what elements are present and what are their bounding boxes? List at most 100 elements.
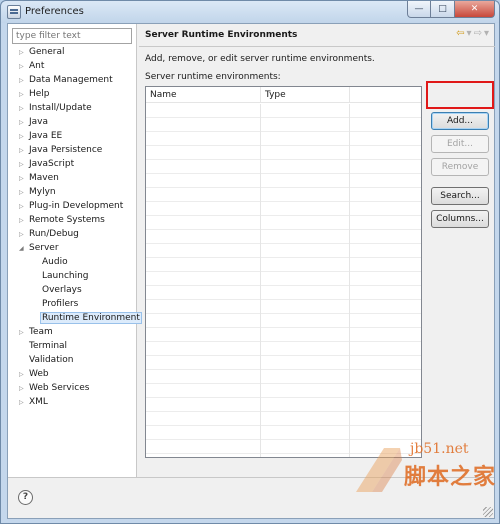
tree-expand-icon[interactable]: ▷ [19,158,27,172]
runtime-list-label: Server runtime environments: [145,72,281,82]
window-controls: — □ ✕ [407,1,495,19]
tree-item-label: Runtime Environment [40,312,142,324]
column-header-name[interactable]: Name [146,87,261,103]
tree-item-label: Ant [29,61,45,71]
tree-item-general[interactable]: ▷ General [8,45,136,59]
tree-expand-icon[interactable]: ▷ [19,172,27,186]
tree-expand-icon[interactable]: ▷ [19,326,27,340]
tree-expand-icon[interactable]: ▷ [19,228,27,242]
tree-item-mylyn[interactable]: ▷ Mylyn [8,185,136,199]
watermark-brand: 脚本之家 [404,465,497,490]
tree-item-server[interactable]: ◢ Server [8,241,136,255]
tree-item-label: Team [29,327,53,337]
tree-item-remote-systems[interactable]: ▷ Remote Systems [8,213,136,227]
tree-item-label: Audio [42,257,68,267]
back-dropdown-icon[interactable]: ▾ [467,28,472,39]
tree-expand-icon[interactable]: ▷ [19,200,27,214]
tree-expand-icon[interactable]: ▷ [19,116,27,130]
minimize-icon: — [414,4,424,14]
tree-expand-icon[interactable]: ▷ [19,396,27,410]
page-description: Add, remove, or edit server runtime envi… [145,54,375,64]
add-button-highlight [426,81,494,109]
tree-expand-icon[interactable]: ▷ [19,368,27,382]
columns-button[interactable]: Columns... [431,210,489,228]
help-icon[interactable]: ? [18,490,33,505]
tree-collapse-icon[interactable]: ◢ [19,242,27,256]
tree-item-xml[interactable]: ▷ XML [8,395,136,409]
tree-item-validation[interactable]: Validation [8,353,136,367]
preference-page: Server Runtime Environments ⇦ ▾ ⇨ ▾ Add,… [139,24,495,477]
tree-item-label: Maven [29,173,59,183]
tree-expand-icon[interactable]: ▷ [19,102,27,116]
forward-dropdown-icon[interactable]: ▾ [484,28,489,39]
preference-tree: ▷ General ▷ Ant ▷ Data Management ▷ Help ▷ Instal… [8,45,142,409]
watermark-site: jb51.net [410,441,469,457]
maximize-icon: □ [438,4,447,14]
tree-item-label: Plug-in Development [29,201,124,211]
close-icon: ✕ [470,4,479,14]
column-header-filler [350,87,421,103]
tree-item-label: Validation [29,355,74,365]
tree-expand-icon[interactable]: ▷ [19,88,27,102]
tree-item-label: Install/Update [29,103,92,113]
tree-item-run-debug[interactable]: ▷ Run/Debug [8,227,136,241]
forward-arrow-icon[interactable]: ⇨ [474,28,482,39]
tree-item-java[interactable]: ▷ Java [8,115,136,129]
tree-item-terminal[interactable]: Terminal [8,339,136,353]
remove-button[interactable]: Remove [431,158,489,176]
tree-item-label: Launching [42,271,89,281]
tree-item-audio[interactable]: Audio [8,255,136,269]
tree-item-launching[interactable]: Launching [8,269,136,283]
tree-item-label: Web Services [29,383,90,393]
tree-item-overlays[interactable]: Overlays [8,283,136,297]
tree-expand-icon[interactable]: ▷ [19,186,27,200]
maximize-button[interactable]: □ [431,1,455,18]
edit-button[interactable]: Edit... [431,135,489,153]
tree-item-label: Terminal [29,341,68,351]
table-rows[interactable] [146,104,421,457]
column-header-type[interactable]: Type [261,87,350,103]
history-navigation: ⇦ ▾ ⇨ ▾ [456,28,489,39]
close-button[interactable]: ✕ [455,1,495,18]
tree-expand-icon[interactable]: ▷ [19,144,27,158]
tree-item-label: Overlays [42,285,82,295]
tree-item-label: Web [29,369,49,379]
tree-expand-icon[interactable]: ▷ [19,382,27,396]
tree-item-team[interactable]: ▷ Team [8,325,136,339]
add-button[interactable]: Add... [431,112,489,130]
tree-item-label: Remote Systems [29,215,105,225]
tree-item-java-persistence[interactable]: ▷ Java Persistence [8,143,136,157]
tree-item-data-management[interactable]: ▷ Data Management [8,73,136,87]
preferences-window-icon [7,5,21,19]
tree-item-profilers[interactable]: Profilers [8,297,136,311]
tree-item-plug-in-development[interactable]: ▷ Plug-in Development [8,199,136,213]
tree-expand-icon[interactable]: ▷ [19,130,27,144]
minimize-button[interactable]: — [407,1,431,18]
tree-item-install-update[interactable]: ▷ Install/Update [8,101,136,115]
tree-item-ant[interactable]: ▷ Ant [8,59,136,73]
tree-item-label: Server [29,243,59,253]
filter-input[interactable] [12,28,132,44]
tree-item-web-services[interactable]: ▷ Web Services [8,381,136,395]
tree-item-label: Mylyn [29,187,56,197]
tree-item-label: JavaScript [29,159,75,169]
runtime-table[interactable]: Name Type [145,86,422,458]
tree-expand-icon[interactable]: ▷ [19,60,27,74]
table-header: Name Type [146,87,421,103]
tree-expand-icon[interactable]: ▷ [19,46,27,60]
tree-item-web[interactable]: ▷ Web [8,367,136,381]
tree-item-help[interactable]: ▷ Help [8,87,136,101]
tree-item-maven[interactable]: ▷ Maven [8,171,136,185]
tree-item-javascript[interactable]: ▷ JavaScript [8,157,136,171]
tree-expand-icon[interactable]: ▷ [19,214,27,228]
preference-tree-pane: ▷General▷Ant▷Data Management▷Help▷Instal… [8,24,142,477]
tree-item-runtime-environment[interactable]: Runtime Environment [8,311,142,325]
title-bar[interactable]: Preferences — □ ✕ [1,1,499,23]
search-button[interactable]: Search... [431,187,489,205]
watermark: jb51.net 脚本之家 [350,440,498,520]
tree-expand-icon[interactable]: ▷ [19,74,27,88]
tree-item-label: General [29,47,65,57]
tree-item-label: Help [29,89,50,99]
tree-item-java-ee[interactable]: ▷ Java EE [8,129,136,143]
back-arrow-icon[interactable]: ⇦ [456,28,464,39]
